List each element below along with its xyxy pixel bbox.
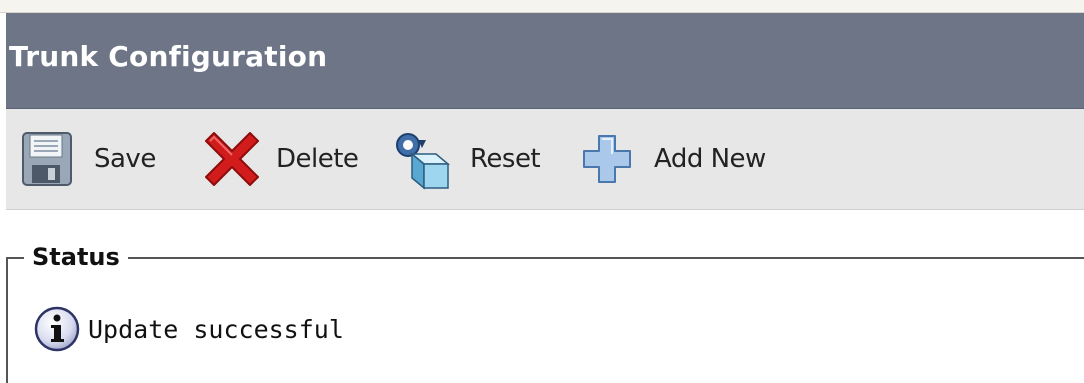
top-strip [0,0,1084,13]
delete-label: Delete [276,144,359,174]
save-label: Save [94,144,156,174]
status-fieldset-border-top [6,257,1084,259]
delete-button[interactable]: Delete [200,129,359,189]
status-message-row: Update successful [34,306,344,352]
info-icon [34,306,80,352]
status-section [0,210,1084,383]
add-new-label: Add New [654,144,766,174]
page: Trunk Configuration Save Delete Reset Ad… [0,0,1084,383]
toolbar: Save Delete Reset Add New [6,109,1084,210]
status-message: Update successful [88,314,344,344]
reset-button[interactable]: Reset [392,129,541,190]
blue-plus-icon [583,135,631,183]
add-new-button[interactable]: Add New [578,129,766,189]
status-fieldset-border-left [6,257,8,383]
reset-label: Reset [470,144,541,174]
save-button[interactable]: Save [22,129,156,189]
red-x-icon [205,132,259,186]
page-title: Trunk Configuration [9,40,328,73]
status-legend: Status [24,242,128,272]
floppy-disk-icon [22,132,72,186]
reset-icon [396,133,451,190]
